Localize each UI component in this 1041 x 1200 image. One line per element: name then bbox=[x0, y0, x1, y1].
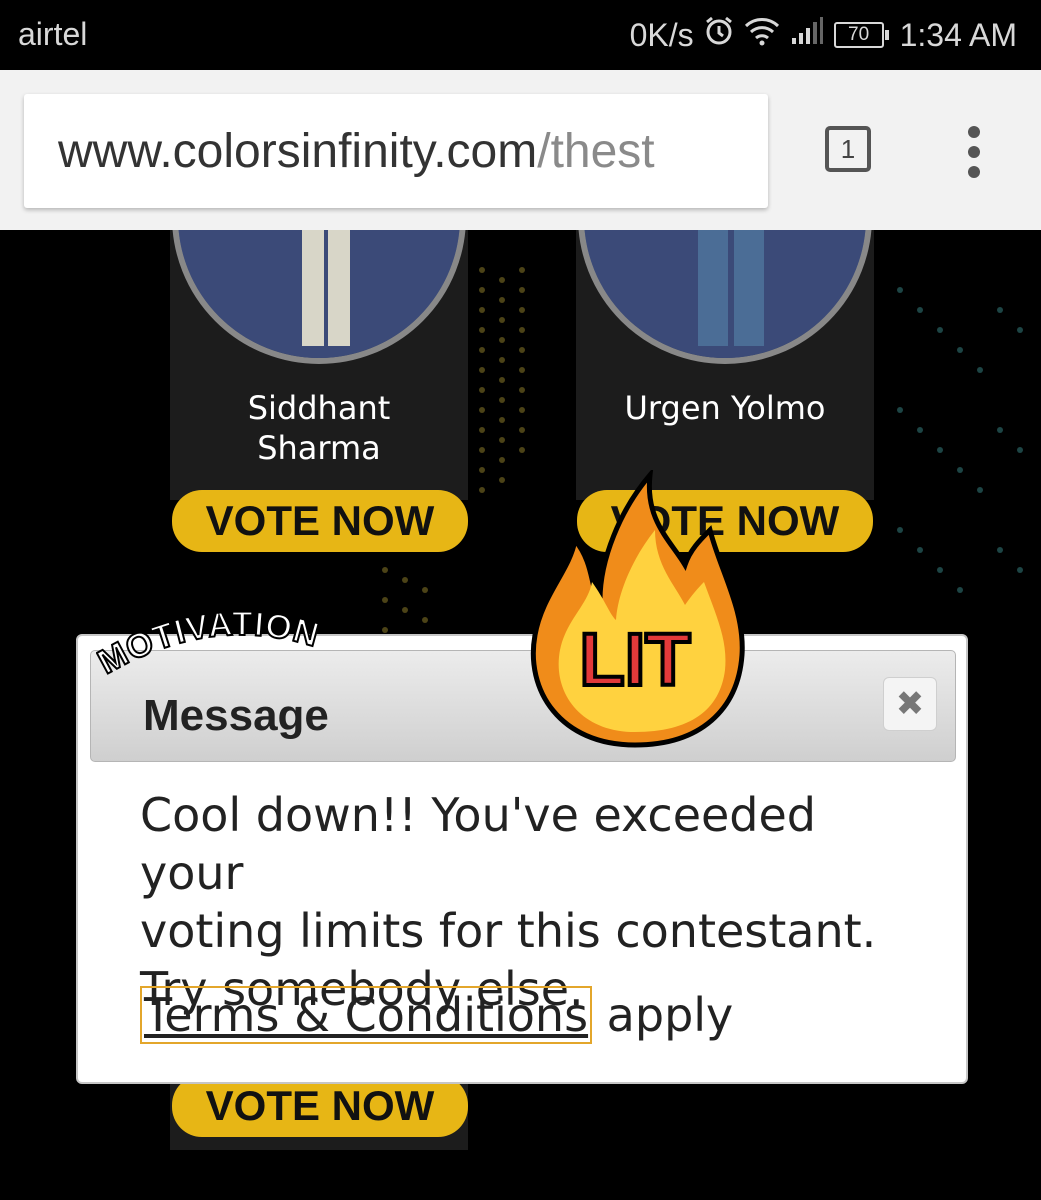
contestant-name-line1: Siddhant bbox=[247, 389, 391, 427]
contestant-name: Siddhant Sharma bbox=[170, 388, 468, 468]
contestant-name-line1: Urgen Yolmo bbox=[624, 389, 826, 427]
contestant-card-siddhant: Siddhant Sharma bbox=[170, 230, 468, 500]
signal-icon bbox=[790, 16, 824, 54]
lit-fire-sticker: LIT bbox=[530, 470, 745, 748]
browser-toolbar: www.colorsinfinity.com/thest 1 bbox=[0, 70, 1041, 230]
overflow-menu-icon[interactable] bbox=[962, 126, 986, 182]
motivation-sticker-text: MOTIVATION bbox=[96, 604, 324, 683]
svg-text:MOTIVATION: MOTIVATION bbox=[96, 605, 324, 682]
url-domain: www.colorsinfinity.com bbox=[58, 124, 538, 178]
vote-now-button-siddhant[interactable]: VOTE NOW bbox=[172, 490, 468, 552]
tab-count: 1 bbox=[840, 133, 856, 164]
lit-sticker-text: LIT bbox=[580, 618, 691, 701]
dialog-title: Message bbox=[143, 691, 329, 740]
battery-icon: 70 bbox=[833, 22, 889, 48]
contestant-name: Urgen Yolmo bbox=[576, 388, 874, 428]
vote-now-button-bottom[interactable]: VOTE NOW bbox=[172, 1075, 468, 1137]
url-text[interactable]: www.colorsinfinity.com/thest bbox=[24, 124, 655, 179]
tab-switcher-button[interactable]: 1 bbox=[825, 126, 871, 172]
clock: 1:34 AM bbox=[899, 16, 1017, 53]
dialog-message-line2: voting limits for this contestant. bbox=[140, 904, 877, 958]
close-icon[interactable]: ✖ bbox=[883, 677, 937, 731]
terms-suffix: apply bbox=[592, 988, 734, 1042]
contestant-photo bbox=[172, 230, 466, 364]
dialog-message: Cool down!! You've exceeded your voting … bbox=[140, 786, 930, 1018]
status-bar: airtel 0K/s 70 1:34 AM bbox=[0, 0, 1041, 70]
alarm-icon bbox=[704, 16, 734, 54]
dialog-message-line1: Cool down!! You've exceeded your bbox=[140, 788, 817, 900]
status-right: 0K/s 70 1:34 AM bbox=[630, 16, 1017, 54]
terms-link[interactable]: Terms & Conditions bbox=[140, 986, 593, 1044]
contestant-name-line2: Sharma bbox=[257, 429, 381, 467]
terms-line: Terms & Conditions apply bbox=[140, 986, 734, 1044]
carrier-label: airtel bbox=[18, 16, 88, 52]
url-path: /thest bbox=[537, 124, 655, 178]
battery-level: 70 bbox=[848, 24, 870, 45]
wifi-icon bbox=[744, 16, 780, 54]
net-speed: 0K/s bbox=[629, 16, 694, 53]
address-bar[interactable]: www.colorsinfinity.com/thest bbox=[24, 94, 768, 208]
contestant-card-urgen: Urgen Yolmo bbox=[576, 230, 874, 500]
motivation-sticker: MOTIVATION bbox=[96, 604, 324, 683]
contestant-photo bbox=[578, 230, 872, 364]
